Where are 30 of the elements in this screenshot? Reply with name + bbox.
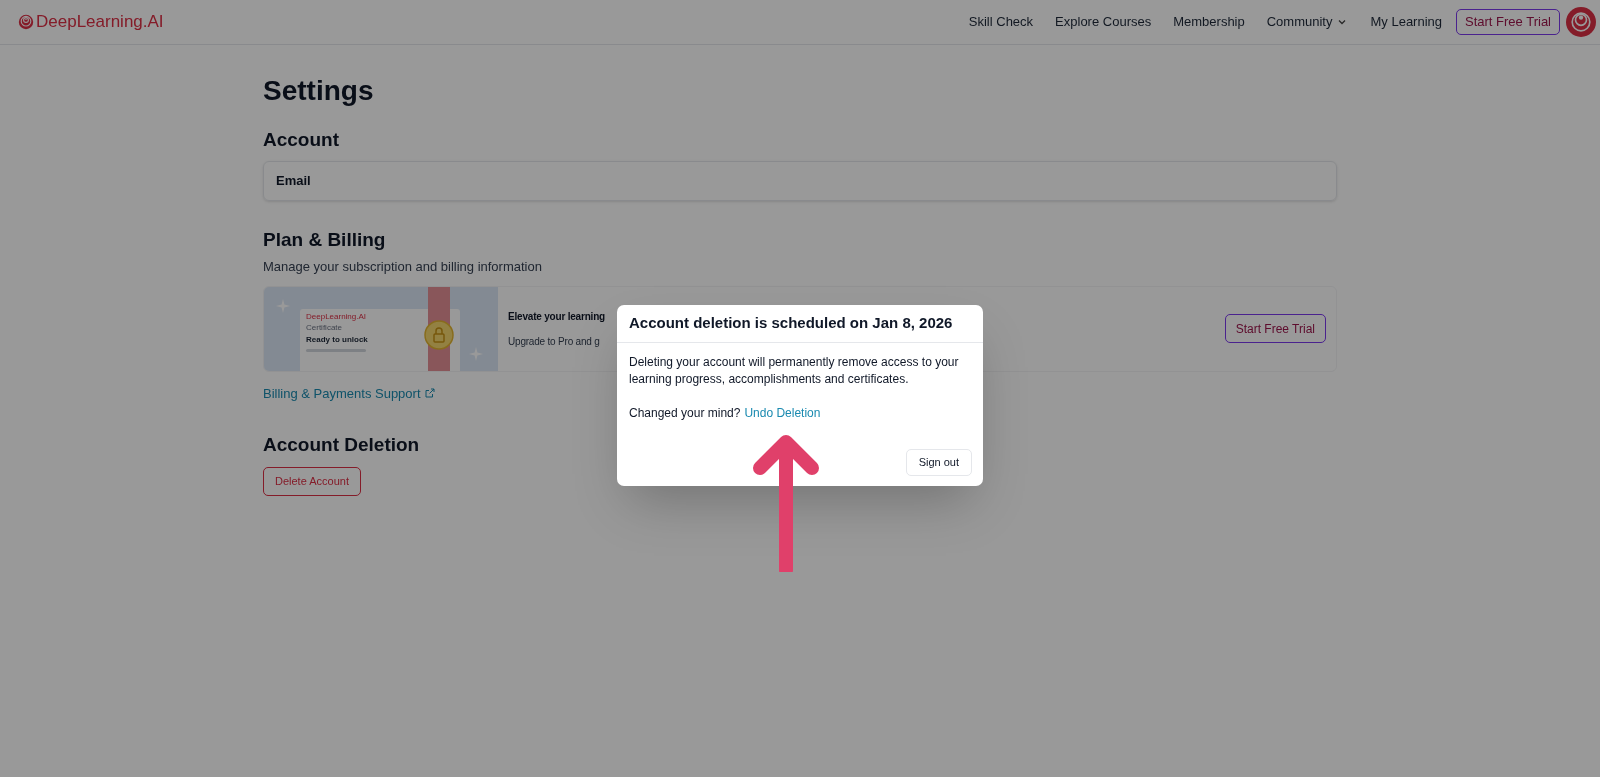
logo-text: DeepLearning.AI: [36, 11, 164, 34]
delete-account-button[interactable]: Delete Account: [263, 466, 361, 496]
logo[interactable]: DeepLearning.AI: [18, 9, 164, 35]
section-heading: Account: [263, 128, 340, 152]
start-trial-button[interactable]: Start Free Trial: [1456, 9, 1560, 35]
external-link-icon: [424, 388, 435, 399]
certificate-status: Ready to unlock: [306, 334, 369, 345]
certificate-label: Certificate: [306, 322, 343, 333]
section-subtitle: Manage your subscription and billing information: [263, 258, 543, 276]
section-heading: Plan & Billing: [263, 228, 387, 252]
logo-icon: [18, 14, 34, 30]
dialog-title: Account deletion is scheduled on Jan 8, 2026: [629, 313, 953, 334]
certificate-brand: DeepLearning.AI: [306, 311, 368, 322]
nav-link[interactable]: Skill Check: [968, 12, 1034, 32]
undo-deletion-link[interactable]: Undo Deletion: [744, 404, 821, 422]
nav-link[interactable]: My Learning: [1370, 12, 1443, 32]
page-title: Settings: [263, 74, 375, 108]
email-label: Email: [276, 172, 311, 191]
promo-title: Elevate your learning: [508, 309, 605, 324]
user-avatar[interactable]: [1566, 7, 1596, 37]
nav-dropdown[interactable]: Community: [1266, 12, 1349, 32]
promo-text: Upgrade to Pro and g: [508, 334, 601, 349]
lock-seal-icon: [424, 319, 454, 350]
sign-out-button[interactable]: Sign out: [905, 449, 972, 476]
section-heading: Account Deletion: [263, 432, 421, 457]
nav-link[interactable]: Explore Courses: [1055, 12, 1152, 32]
dialog-prompt: Changed your mind?: [629, 405, 741, 422]
start-trial-button[interactable]: Start Free Trial: [1224, 314, 1326, 343]
nav-link[interactable]: Membership: [1173, 12, 1245, 32]
dialog-body: Deleting your account will permanently remove access to your learning progress, accomplishments and certificates.: [628, 354, 960, 388]
